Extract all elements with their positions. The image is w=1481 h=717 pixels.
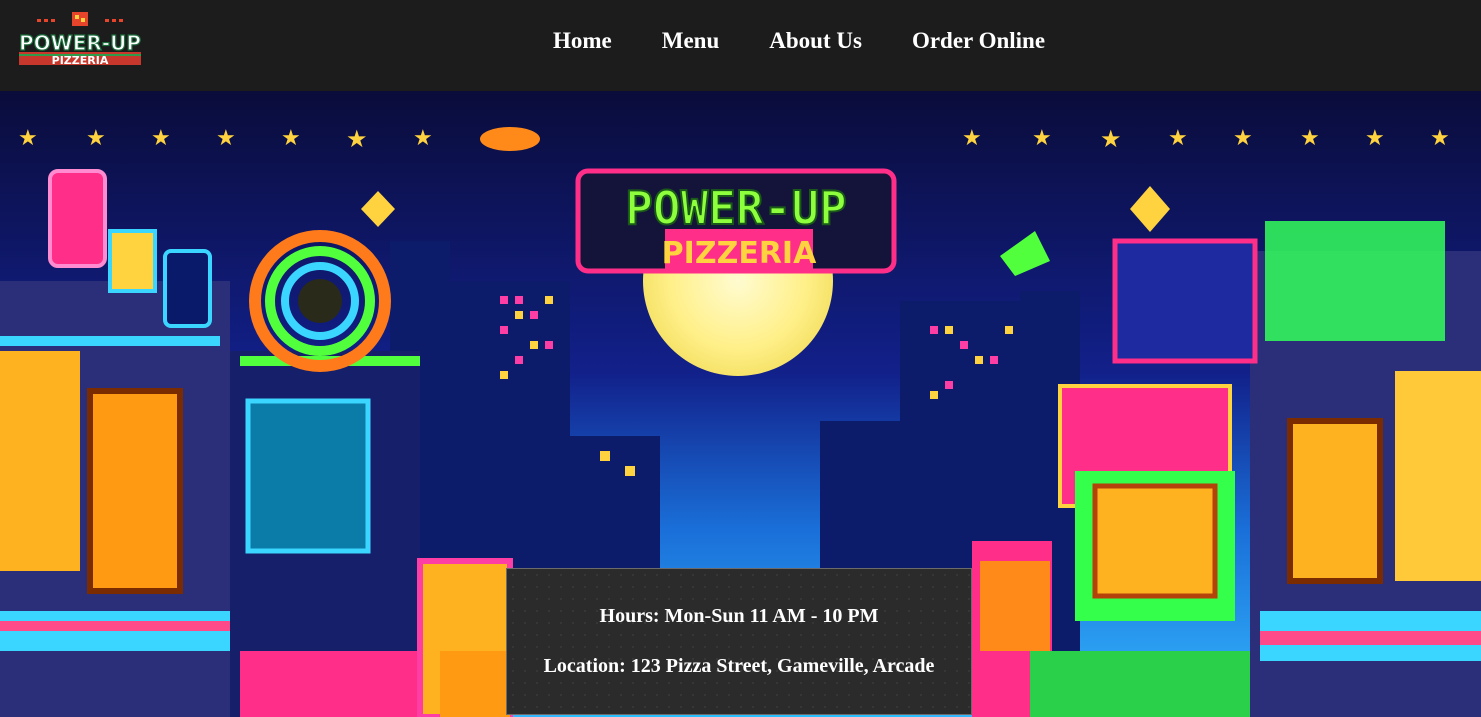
nav-about-us[interactable]: About Us [769,28,862,54]
hours-text: Hours: Mon-Sun 11 AM - 10 PM [599,605,879,627]
nav-home[interactable]: Home [553,28,612,54]
info-box: Hours: Mon-Sun 11 AM - 10 PM Location: 1… [506,568,972,715]
svg-text:★: ★ [1032,126,1052,151]
nav-menu[interactable]: Menu [662,28,720,54]
svg-text:★: ★ [86,126,106,151]
svg-text:★: ★ [346,125,368,153]
logo-image: POWER-UP PIZZERIA [18,12,142,67]
svg-text:★: ★ [1430,126,1450,151]
site-header: POWER-UP PIZZERIA Home Menu About Us Ord… [0,0,1481,91]
svg-text:★: ★ [1168,126,1188,151]
svg-text:★: ★ [151,126,171,151]
svg-text:★: ★ [962,126,982,151]
svg-text:★: ★ [216,126,236,151]
svg-text:★: ★ [1365,126,1385,151]
svg-text:★: ★ [1300,126,1320,151]
neon-sign: POWER-UP PIZZERIA [575,168,897,274]
location-text: Location: 123 Pizza Street, Gameville, A… [543,655,935,677]
logo[interactable]: POWER-UP PIZZERIA [17,10,143,78]
hero-banner: ★ ★ ★ ★ ★ ★ ★ ★ ★ ★ ★ ★ ★ ★ ★ POWER-UP P… [0,91,1481,717]
svg-text:★: ★ [1233,126,1253,151]
nav-order-online[interactable]: Order Online [912,28,1045,54]
main-nav: Home Menu About Us Order Online [553,28,1045,54]
svg-text:★: ★ [281,126,301,151]
svg-text:★: ★ [18,126,38,151]
svg-text:★: ★ [1100,125,1122,153]
svg-text:PIZZERIA: PIZZERIA [662,236,817,271]
svg-text:PIZZERIA: PIZZERIA [52,54,109,67]
svg-text:POWER-UP: POWER-UP [625,181,847,235]
svg-text:POWER-UP: POWER-UP [19,31,141,55]
svg-text:★: ★ [413,126,433,151]
